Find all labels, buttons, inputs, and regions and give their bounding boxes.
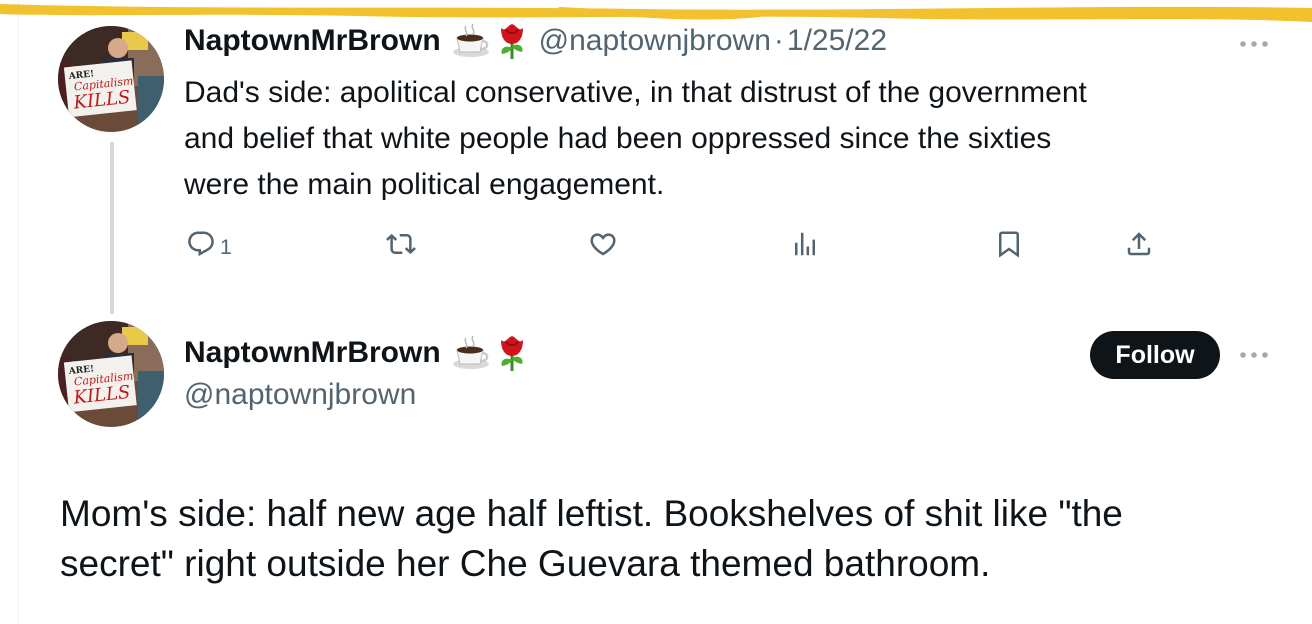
tweet-text-line: Dad's side: apolitical conservative, in … [184, 76, 1087, 109]
tweet-text-line: Mom's side: half new age half leftist. B… [60, 493, 1123, 534]
more-options-icon[interactable] [1234, 34, 1274, 54]
reply-button[interactable]: 1 [186, 222, 232, 266]
tweet-date[interactable]: 1/25/22 [787, 24, 887, 58]
avatar[interactable]: ARE! Capitalism KILLS [58, 26, 164, 132]
follow-button[interactable]: Follow [1090, 331, 1220, 379]
coffee-icon [451, 334, 491, 372]
coffee-icon [451, 22, 491, 60]
handle[interactable]: @naptownjbrown [184, 378, 416, 412]
rose-icon [495, 334, 529, 372]
thread-connector-line [110, 142, 114, 314]
like-button[interactable] [588, 222, 622, 266]
share-icon [1127, 232, 1151, 256]
main-tweet-text: Mom's side: half new age half leftist. B… [60, 489, 1240, 589]
retweet-icon [386, 233, 416, 255]
reply-count: 1 [220, 236, 232, 259]
heart-icon [590, 233, 616, 256]
rose-icon [495, 22, 529, 60]
more-options-icon[interactable] [1234, 345, 1274, 365]
reply-header: NaptownMrBrown @naptownjbrown · 1/25/22 [184, 22, 887, 60]
share-button[interactable] [1124, 222, 1154, 266]
tweet-text-line: secret" right outside her Che Guevara th… [60, 543, 991, 584]
timeline-left-border [18, 0, 19, 624]
reply-tweet-text: Dad's side: apolitical conservative, in … [184, 70, 1087, 208]
reply-icon [188, 231, 214, 257]
separator-dot: · [773, 24, 784, 57]
views-button[interactable] [790, 222, 824, 266]
retweet-button[interactable] [386, 222, 420, 266]
tweet-text-line: were the main political engagement. [184, 168, 665, 201]
display-name[interactable]: NaptownMrBrown [184, 24, 441, 58]
bookmark-icon [999, 231, 1019, 258]
views-chart-icon [795, 232, 815, 256]
handle[interactable]: @naptownjbrown [539, 24, 771, 58]
main-header: NaptownMrBrown [184, 334, 529, 372]
tweet-actions-bar: 1 [184, 222, 1164, 266]
bookmark-button[interactable] [994, 222, 1024, 266]
display-name[interactable]: NaptownMrBrown [184, 336, 441, 370]
tweet-text-line: and belief that white people had been op… [184, 122, 1052, 155]
avatar[interactable]: ARE! Capitalism KILLS [58, 321, 164, 427]
